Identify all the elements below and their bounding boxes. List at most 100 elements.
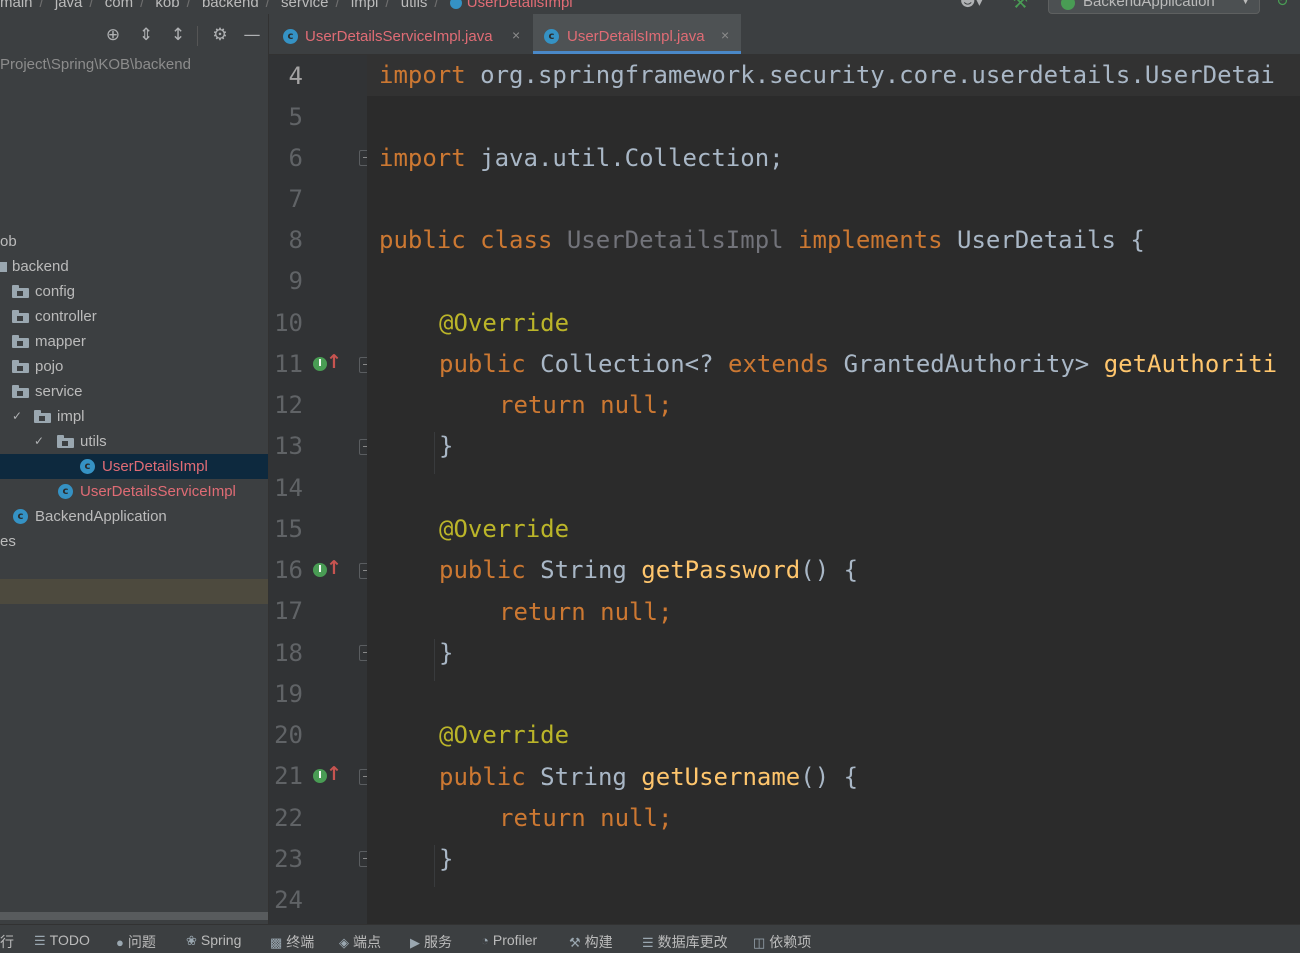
list-icon: ☰ <box>34 933 46 948</box>
line-number: 11 <box>274 350 303 378</box>
minimize-icon[interactable]: — <box>243 26 261 44</box>
tab-userdetailsimpl[interactable]: c UserDetailsImpl.java × <box>533 14 741 54</box>
terminal-icon: ▩ <box>270 935 283 950</box>
play-icon: ▶ <box>410 935 420 950</box>
code-line: public String getUsername() { <box>439 763 859 791</box>
tool-database-changes[interactable]: ☰ 数据库更改 <box>642 932 728 952</box>
up-arrow-icon[interactable]: ↑ <box>326 763 342 785</box>
tab-userdetailsserviceimpl[interactable]: c UserDetailsServiceImpl.java × <box>269 14 531 54</box>
breadcrumb-item[interactable]: impl <box>351 0 379 11</box>
code-line: } <box>439 432 454 460</box>
code-line: @Override <box>439 515 570 543</box>
class-icon: c <box>283 29 298 44</box>
line-number: 18 <box>274 639 303 667</box>
line-number: 21 <box>274 762 303 790</box>
info-icon: ● <box>116 935 124 950</box>
line-number: 5 <box>288 103 303 131</box>
up-arrow-icon[interactable]: ↑ <box>326 557 342 579</box>
tree-item-utils[interactable]: ✓ utils <box>0 429 268 454</box>
tree-item-userdetailsserviceimpl[interactable]: c UserDetailsServiceImpl <box>0 479 268 504</box>
editor-tab-bar: c UserDetailsServiceImpl.java × c UserDe… <box>269 14 1300 55</box>
tree-item-config[interactable]: config <box>0 279 268 304</box>
line-number: 17 <box>274 597 303 625</box>
locate-icon[interactable]: ⊕ <box>104 26 122 44</box>
line-number: 12 <box>274 391 303 419</box>
highlighted-row <box>0 579 268 604</box>
tool-endpoints[interactable]: ◈ 端点 <box>339 932 381 952</box>
line-number: 13 <box>274 432 303 460</box>
breadcrumb-item[interactable]: backend <box>202 0 259 11</box>
code-line: @Override <box>439 721 570 749</box>
close-icon[interactable]: × <box>512 27 520 43</box>
tool-terminal[interactable]: ▩ 终端 <box>270 932 314 952</box>
run-configuration-label: BackendApplication <box>1083 0 1215 10</box>
tree-item-impl[interactable]: ✓ impl <box>0 404 268 429</box>
gear-icon[interactable]: ⚙ <box>211 26 229 44</box>
user-icon[interactable]: ☻▾ <box>960 0 983 10</box>
breadcrumb-item[interactable]: main <box>0 0 33 11</box>
tree-item-pojo[interactable]: pojo <box>0 354 268 379</box>
expand-all-icon[interactable]: ⇕ <box>137 26 155 44</box>
tool-services[interactable]: ▶ 服务 <box>410 932 452 952</box>
database-icon: ☰ <box>642 935 654 950</box>
line-number: 20 <box>274 721 303 749</box>
tool-spring[interactable]: ❀ Spring <box>186 932 241 949</box>
tool-problems[interactable]: ● 问题 <box>116 932 156 952</box>
line-number: 15 <box>274 515 303 543</box>
up-arrow-icon[interactable]: ↑ <box>326 351 342 373</box>
implements-icon[interactable]: I <box>313 769 327 783</box>
tree-item[interactable]: es <box>0 529 268 554</box>
endpoints-icon: ◈ <box>339 935 349 950</box>
project-path: Project\Spring\KOB\backend <box>0 56 191 73</box>
line-number: 14 <box>274 474 303 502</box>
build-hammer-icon[interactable]: ⚒ <box>1012 0 1028 13</box>
breadcrumb-current[interactable]: UserDetailsImpl <box>467 0 573 11</box>
tool-profiler[interactable]: ◔ Profiler <box>481 932 537 948</box>
class-icon: c <box>544 29 559 44</box>
breadcrumb-item[interactable]: com <box>105 0 133 11</box>
spring-app-icon <box>1061 0 1075 10</box>
spring-app-icon: c <box>13 509 28 524</box>
tree-item-userdetailsimpl[interactable]: c UserDetailsImpl <box>0 454 268 479</box>
breadcrumb-item[interactable]: java <box>55 0 83 11</box>
code-editor[interactable]: import org.springframework.security.core… <box>367 55 1300 924</box>
folder-icon <box>12 285 29 298</box>
collapse-all-icon[interactable]: ↕ <box>169 26 187 44</box>
tool-dependencies[interactable]: ◫ 依赖项 <box>753 932 811 952</box>
spring-leaf-icon: ❀ <box>186 933 197 948</box>
line-number: 23 <box>274 845 303 873</box>
tool-run[interactable]: 行 <box>0 932 14 952</box>
implements-icon[interactable]: I <box>313 563 327 577</box>
tree-item-backendapplication[interactable]: c BackendApplication <box>0 504 268 529</box>
horizontal-scrollbar[interactable] <box>0 912 268 920</box>
breadcrumb-item[interactable]: service <box>281 0 329 11</box>
chevron-down-icon[interactable]: ✓ <box>12 404 22 429</box>
breadcrumb-item[interactable]: utils <box>401 0 428 11</box>
tree-item-service[interactable]: service <box>0 379 268 404</box>
chevron-down-icon[interactable]: ✓ <box>34 429 44 454</box>
breadcrumb-item[interactable]: kob <box>155 0 179 11</box>
line-number: 7 <box>288 185 303 213</box>
close-icon[interactable]: × <box>721 27 729 43</box>
tree-item-controller[interactable]: controller <box>0 304 268 329</box>
code-line: } <box>439 639 454 667</box>
line-number: 22 <box>274 804 303 832</box>
folder-icon <box>12 360 29 373</box>
folder-icon <box>12 310 29 323</box>
hammer-icon: ⚒ <box>569 935 581 950</box>
folder-icon <box>57 435 74 448</box>
class-icon: c <box>58 484 73 499</box>
run-configuration-select[interactable]: BackendApplication ▼ <box>1048 0 1260 14</box>
line-number: 10 <box>274 309 303 337</box>
tree-item-backend[interactable]: backend <box>0 254 268 279</box>
implements-icon[interactable]: I <box>313 357 327 371</box>
tree-item-mapper[interactable]: mapper <box>0 329 268 354</box>
editor-gutter: 4 5 6 7 8 9 10 11 12 13 14 15 16 17 18 1… <box>269 55 367 924</box>
tree-item[interactable]: ob <box>0 229 268 254</box>
tool-todo[interactable]: ☰ TODO <box>34 932 90 949</box>
navigation-bar: main / java / com / kob / backend / service / … <box>0 0 1300 14</box>
rerun-icon[interactable]: ↻ <box>1276 0 1289 10</box>
code-line: public Collection<? extends GrantedAutho… <box>439 350 1278 378</box>
code-line: public class UserDetailsImpl implements … <box>379 226 1145 254</box>
tool-build[interactable]: ⚒ 构建 <box>569 932 613 952</box>
